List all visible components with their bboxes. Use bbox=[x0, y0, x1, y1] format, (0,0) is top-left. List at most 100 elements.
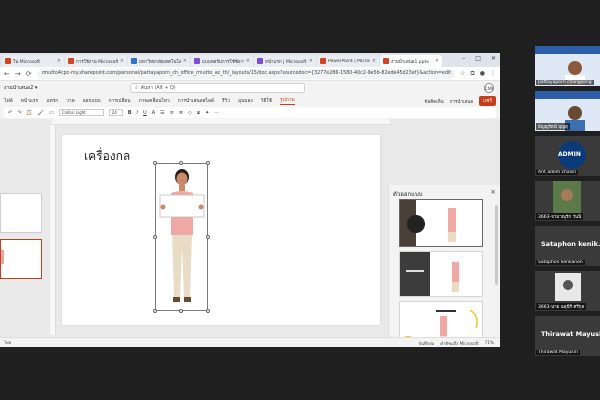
participant-tile-3[interactable]: ADMIN Arit adom chaisri bbox=[535, 136, 600, 176]
ribbon-tab-9[interactable]: รีวิว bbox=[222, 97, 230, 105]
font-name-field[interactable]: Calibri Light bbox=[58, 109, 104, 116]
clipboard-icon[interactable]: 📋 bbox=[26, 110, 32, 116]
participant-name: 3663-จามาณุรัก วันนิ bbox=[536, 213, 584, 220]
comments-button[interactable]: ข้อคิดเห็น bbox=[424, 98, 443, 105]
participant-name: Thirawat Mayusiri bbox=[536, 350, 580, 355]
ribbon-tab-6[interactable]: การเปลี่ยน bbox=[109, 97, 131, 105]
design-option-1[interactable] bbox=[399, 199, 483, 247]
ribbon-tab-12[interactable]: รูปภาพ bbox=[279, 96, 295, 105]
browser-tab-4[interactable]: แบบฟอร์มการใช้ซีอาร์ × bbox=[191, 55, 253, 67]
participant-tile-7[interactable]: Thirawat Mayusiri Thirawat Mayusiri bbox=[535, 316, 600, 356]
back-icon[interactable]: ← bbox=[4, 70, 10, 78]
participant-tile-6[interactable]: 3663-นาย ฉลุนีรี ศรีกุล bbox=[535, 271, 600, 311]
horizontal-ruler bbox=[52, 119, 390, 125]
ribbon-tab-3[interactable]: แทรก bbox=[46, 97, 58, 105]
ribbon-tab-5[interactable]: ออกแบบ bbox=[83, 97, 101, 105]
design-preview-2 bbox=[400, 252, 459, 296]
format-painter-icon[interactable]: 🖌 bbox=[38, 110, 44, 116]
align-icon[interactable]: ≣ bbox=[179, 110, 183, 116]
resize-handle-tr[interactable] bbox=[206, 161, 210, 165]
slide-thumbnail-2[interactable] bbox=[0, 239, 42, 279]
language-status[interactable]: ไทย bbox=[4, 339, 11, 346]
document-name[interactable]: งานนำเสนอ2 ▾ bbox=[4, 84, 64, 92]
font-color-icon[interactable]: A bbox=[152, 110, 155, 116]
tab-close-icon[interactable]: × bbox=[372, 58, 376, 64]
new-slide-icon[interactable]: ▭ bbox=[49, 110, 54, 116]
designer-icon[interactable]: ✦ bbox=[205, 110, 209, 116]
ribbon-tab-2[interactable]: หน้าแรก bbox=[21, 97, 39, 105]
ribbon-tab-10[interactable]: มุมมอง bbox=[238, 97, 253, 105]
numbering-icon[interactable]: ≡ bbox=[170, 110, 174, 116]
participant-tile-1[interactable]: pattayaporn changsong bbox=[535, 46, 600, 86]
notes-button[interactable]: บันทึกย่อ bbox=[418, 340, 434, 347]
resize-handle-tl[interactable] bbox=[153, 161, 157, 165]
ribbon-tab-11[interactable]: วิธีใช้ bbox=[261, 97, 272, 105]
participant-tile-5[interactable]: Sataphon kenik... Sataphon kenkanon bbox=[535, 226, 600, 266]
search-placeholder: ค้นหา (Alt + Q) bbox=[140, 86, 176, 91]
tab-close-icon[interactable]: × bbox=[183, 58, 187, 64]
browser-tab-3[interactable]: มหาวิทยาลัยเทคโนโลยีราช× bbox=[128, 55, 190, 67]
italic-button[interactable]: I bbox=[137, 110, 138, 116]
url-field[interactable]: rmutto4cpc-my.sharepoint.com/personal/pa… bbox=[36, 68, 456, 79]
tab-close-icon[interactable]: × bbox=[435, 58, 439, 64]
minimize-icon[interactable]: – bbox=[462, 55, 465, 62]
designer-scrollbar[interactable] bbox=[495, 205, 498, 285]
ribbon-tab-8[interactable]: การนำเสนอสไลด์ bbox=[178, 97, 214, 105]
share-button[interactable]: แชร์ bbox=[479, 96, 496, 106]
browser-tab-6[interactable]: PowerPoint | Microso × bbox=[317, 55, 379, 67]
tab-label: หน้าแรก | Microsoft bbox=[265, 59, 307, 65]
browser-tab-2[interactable]: การใช้งาน Microsoft × bbox=[65, 55, 127, 67]
bold-button[interactable]: B bbox=[128, 110, 132, 116]
design-preview-1 bbox=[400, 200, 456, 246]
tab-close-icon[interactable]: × bbox=[309, 58, 313, 64]
bullets-icon[interactable]: ☰ bbox=[160, 110, 164, 116]
participant-tile-2[interactable]: ธัญญรัตน์ บุญสุ bbox=[535, 91, 600, 131]
status-right: บันทึกย่อ คำติชมถึง Microsoft 71% bbox=[418, 340, 494, 347]
underline-button[interactable]: U bbox=[143, 110, 147, 116]
slide-thumbnail-1[interactable] bbox=[0, 193, 42, 233]
zoom-level[interactable]: 71% bbox=[485, 340, 494, 347]
participant-name: Arit adom chaisri bbox=[536, 170, 579, 175]
design-option-2[interactable] bbox=[399, 251, 483, 297]
more-options-icon[interactable]: ⋯ bbox=[214, 110, 219, 116]
undo-icon[interactable]: ↶ bbox=[8, 110, 12, 116]
participant-tile-4[interactable]: 3663-จามาณุรัก วันนิ bbox=[535, 181, 600, 221]
workspace: เครื่องกล ตัวออกแบบ × bbox=[0, 119, 500, 347]
close-icon[interactable]: ✕ bbox=[491, 55, 496, 62]
tab-close-icon[interactable]: × bbox=[246, 58, 250, 64]
resize-handle-b[interactable] bbox=[179, 309, 183, 313]
tab-close-icon[interactable]: × bbox=[120, 58, 124, 64]
ribbon-tab-4[interactable]: วาด bbox=[66, 97, 75, 105]
browser-tab-1[interactable]: ใน Microsoft × bbox=[2, 55, 64, 67]
profile-icon[interactable]: ● bbox=[480, 70, 485, 77]
arrange-icon[interactable]: ⧈ bbox=[197, 110, 200, 116]
present-button[interactable]: การนำเสนอ bbox=[450, 98, 473, 105]
resize-handle-l[interactable] bbox=[153, 235, 157, 239]
feedback-button[interactable]: คำติชมถึง Microsoft bbox=[440, 340, 478, 347]
browser-tab-7[interactable]: งานนำเสนอ1.pptx × bbox=[380, 55, 442, 67]
reload-icon[interactable]: ⟳ bbox=[26, 70, 32, 78]
font-size-field[interactable]: 24 bbox=[108, 109, 123, 116]
ribbon-tab-1[interactable]: ไฟล์ bbox=[4, 97, 13, 105]
menu-icon[interactable]: ⋮ bbox=[490, 70, 496, 77]
maximize-icon[interactable]: □ bbox=[475, 55, 481, 62]
browser-tab-5[interactable]: หน้าแรก | Microsoft × bbox=[254, 55, 316, 67]
slide-canvas[interactable]: เครื่องกล bbox=[62, 135, 380, 325]
slide-title[interactable]: เครื่องกล bbox=[84, 147, 130, 166]
search-input[interactable]: ⌕ ค้นหา (Alt + Q) bbox=[130, 83, 305, 93]
resize-handle-r[interactable] bbox=[206, 235, 210, 239]
resize-handle-br[interactable] bbox=[206, 309, 210, 313]
star-icon[interactable]: ☆ bbox=[460, 70, 465, 77]
extensions-icon[interactable]: ⧉ bbox=[470, 70, 474, 78]
ribbon-tab-7[interactable]: ภาพเคลื่อนไหว bbox=[138, 97, 169, 105]
resize-handle-t[interactable] bbox=[179, 161, 183, 165]
tab-close-icon[interactable]: × bbox=[57, 58, 61, 64]
shapes-icon[interactable]: ◇ bbox=[188, 110, 192, 116]
resize-handle-bl[interactable] bbox=[153, 309, 157, 313]
redo-icon[interactable]: ↷ bbox=[17, 110, 21, 116]
participant-name: ธัญญรัตน์ บุญสุ bbox=[536, 123, 570, 130]
avatar[interactable]: ChN bbox=[484, 83, 494, 93]
admin-badge: ADMIN bbox=[558, 151, 581, 158]
close-icon[interactable]: × bbox=[490, 188, 496, 196]
forward-icon[interactable]: → bbox=[15, 70, 21, 78]
